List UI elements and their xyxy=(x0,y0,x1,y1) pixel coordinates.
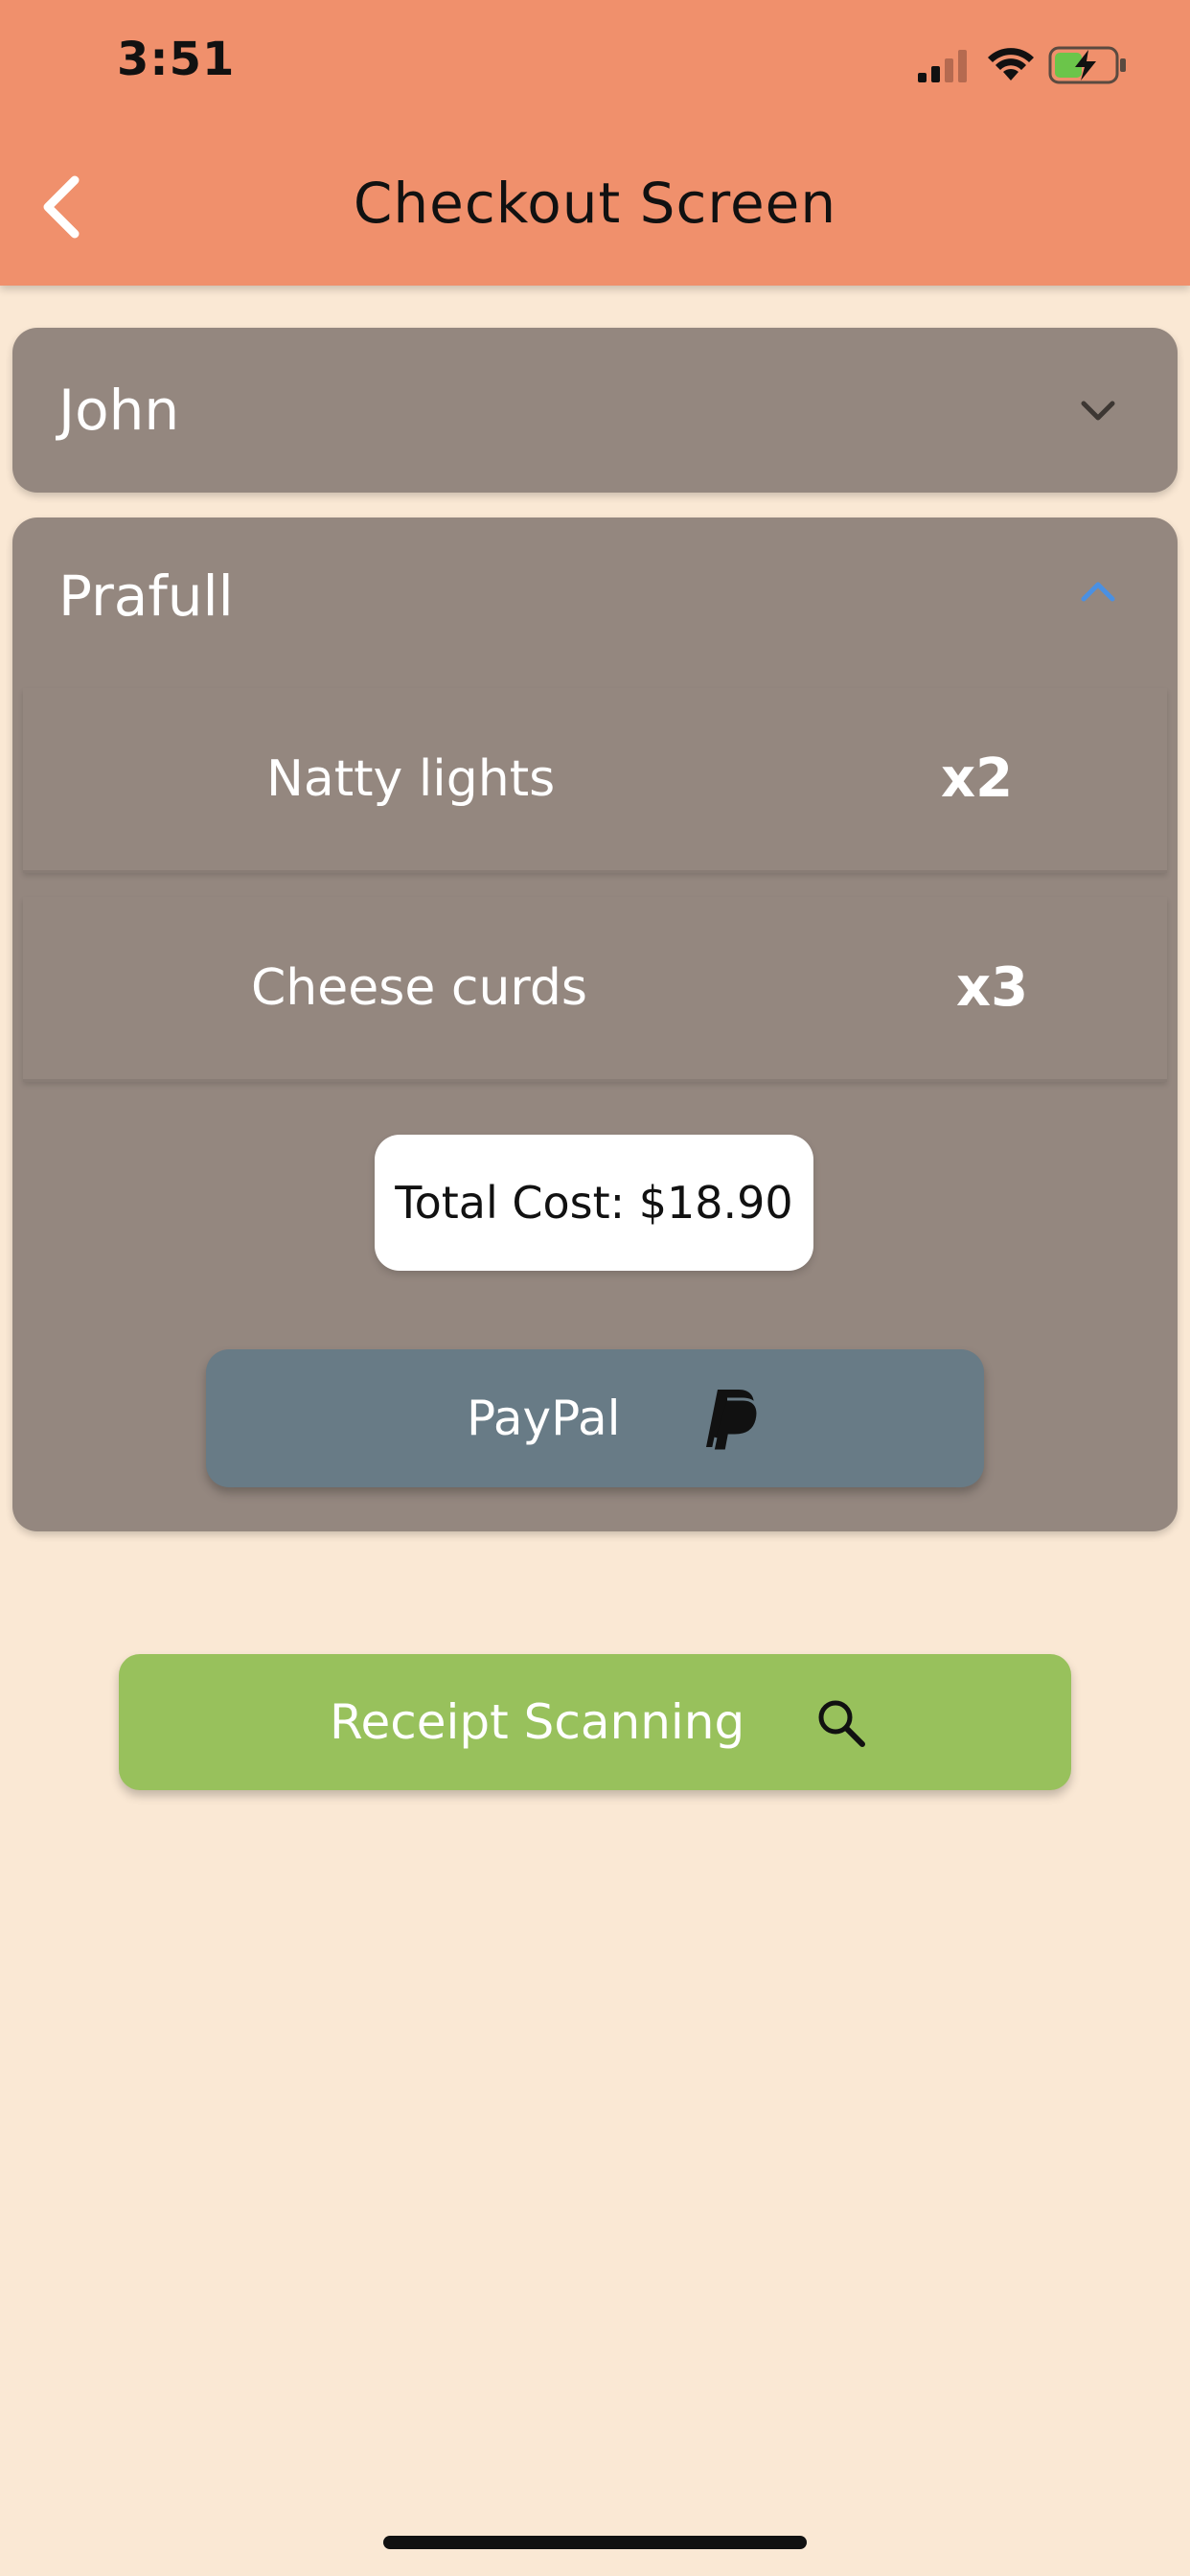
page-title: Checkout Screen xyxy=(353,171,837,236)
group-prafull-panel: Prafull Natty lights x2 Cheese curds x3 … xyxy=(12,518,1178,1531)
paypal-icon xyxy=(706,1390,758,1453)
item-quantity: x2 xyxy=(941,748,1014,810)
search-icon xyxy=(818,1700,865,1747)
status-time: 3:51 xyxy=(117,33,236,86)
wifi-icon xyxy=(988,48,1034,80)
receipt-scanning-button[interactable]: Receipt Scanning xyxy=(119,1654,1071,1790)
receipt-scanning-label: Receipt Scanning xyxy=(330,1694,745,1750)
group-john-header[interactable]: John xyxy=(12,328,1178,493)
home-indicator[interactable] xyxy=(383,2536,807,2549)
paypal-button-label: PayPal xyxy=(467,1391,621,1446)
total-cost-badge: Total Cost: $18.90 xyxy=(375,1135,813,1271)
chevron-up-icon[interactable] xyxy=(1074,567,1122,615)
paypal-button[interactable]: PayPal xyxy=(206,1349,984,1487)
list-item: Cheese curds x3 xyxy=(23,897,1167,1082)
group-name: Prafull xyxy=(58,564,234,629)
item-name: Cheese curds xyxy=(251,959,587,1017)
item-quantity: x3 xyxy=(956,956,1029,1019)
list-item: Natty lights x2 xyxy=(23,688,1167,873)
chevron-down-icon[interactable] xyxy=(1074,387,1122,435)
app-header: 3:51 Checkout Screen xyxy=(0,0,1190,286)
group-name: John xyxy=(58,378,180,443)
battery-charging-icon xyxy=(1048,46,1126,84)
cellular-signal-icon xyxy=(918,50,967,82)
status-icons xyxy=(918,42,1129,84)
item-name: Natty lights xyxy=(266,750,556,808)
